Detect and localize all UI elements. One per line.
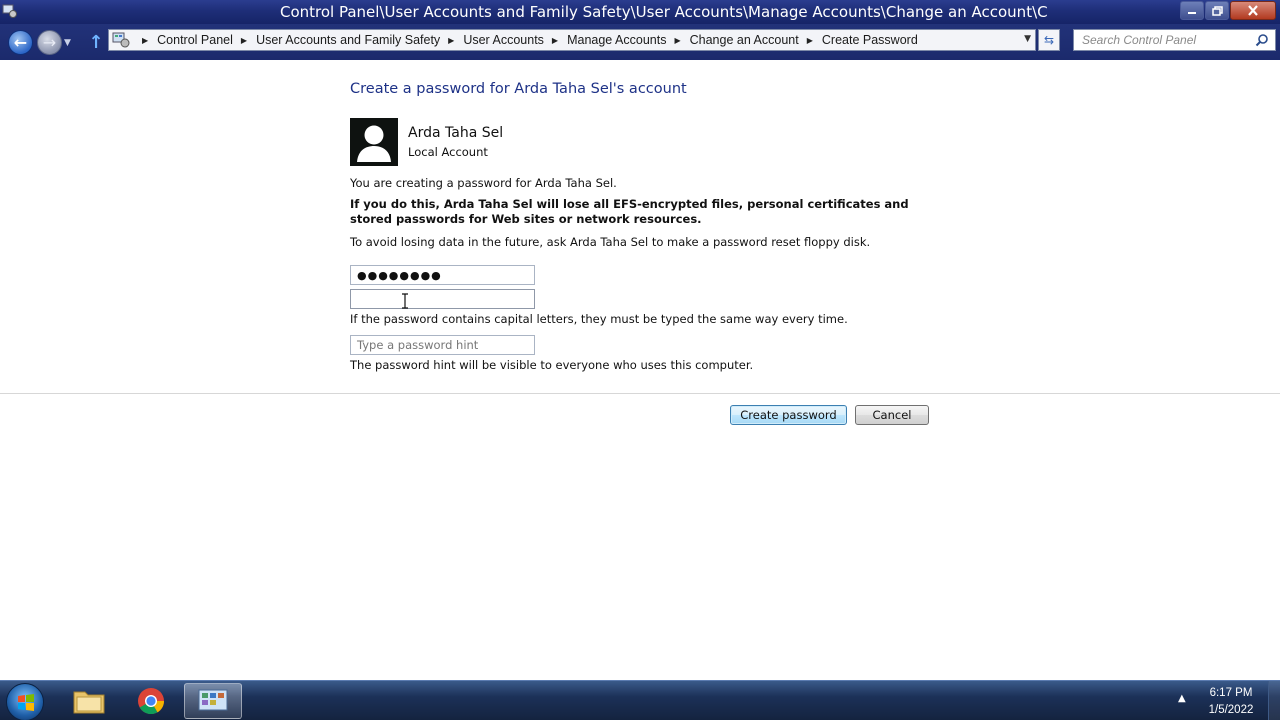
taskbar: ▲ 6:17 PM 1/5/2022 [0, 680, 1280, 720]
clock-date: 1/5/2022 [1208, 704, 1254, 716]
close-button[interactable] [1230, 1, 1276, 20]
show-desktop-button[interactable] [1268, 681, 1280, 720]
password-hint-field[interactable]: Type a password hint [350, 335, 535, 355]
window-title: Control Panel\User Accounts and Family S… [280, 3, 1048, 21]
close-icon [1248, 5, 1258, 16]
breadcrumb-separator[interactable]: ▶ [807, 36, 813, 45]
create-password-button[interactable]: Create password [730, 405, 847, 425]
text-cursor-icon [402, 293, 408, 309]
refresh-icon: ⇆ [1043, 33, 1055, 47]
password-hint-placeholder: Type a password hint [357, 338, 479, 352]
search-icon[interactable] [1255, 33, 1269, 47]
breadcrumb-separator[interactable]: ▶ [142, 36, 148, 45]
breadcrumb-separator[interactable]: ▶ [552, 36, 558, 45]
breadcrumb-separator[interactable]: ▶ [448, 36, 454, 45]
reset-disk-tip: To avoid losing data in the future, ask … [350, 235, 871, 249]
start-button[interactable] [6, 683, 44, 720]
control-panel-icon [112, 32, 130, 48]
capital-letters-note: If the password contains capital letters… [350, 312, 848, 326]
breadcrumb-create-password[interactable]: Create Password [822, 33, 918, 47]
breadcrumb-change-an-account[interactable]: Change an Account [690, 33, 799, 47]
breadcrumb-user-accounts[interactable]: User Accounts [463, 33, 544, 47]
back-arrow-icon: ← [13, 33, 28, 52]
clock-time: 6:17 PM [1209, 687, 1253, 699]
forward-button[interactable]: → [37, 30, 62, 55]
taskbar-google-chrome[interactable] [122, 683, 180, 719]
confirm-password-field[interactable] [350, 289, 535, 309]
info-text: You are creating a password for Arda Tah… [350, 176, 617, 190]
cancel-button[interactable]: Cancel [855, 405, 929, 425]
up-button[interactable]: ↑ [86, 31, 106, 53]
navigation-bar: ← → ▼ ↑ ▶ Control Panel ▶ User Accounts … [0, 24, 1280, 60]
refresh-button[interactable]: ⇆ [1038, 29, 1060, 51]
warning-text: If you do this, Arda Taha Sel will lose … [350, 197, 909, 226]
taskbar-control-panel[interactable] [184, 683, 242, 719]
divider [0, 393, 1280, 394]
minimize-icon [1188, 11, 1196, 14]
account-type: Local Account [408, 145, 488, 159]
breadcrumb-manage-accounts[interactable]: Manage Accounts [567, 33, 666, 47]
title-bar: Control Panel\User Accounts and Family S… [0, 0, 1280, 24]
search-box[interactable]: Search Control Panel [1073, 29, 1276, 51]
user-avatar [350, 118, 398, 166]
recent-pages-dropdown[interactable]: ▼ [64, 38, 71, 48]
chrome-icon [138, 688, 165, 715]
restore-icon [1211, 5, 1223, 16]
folder-icon [73, 691, 105, 714]
address-history-dropdown[interactable]: ▼ [1024, 34, 1031, 44]
breadcrumb-user-accounts-family-safety[interactable]: User Accounts and Family Safety [256, 33, 440, 47]
address-bar[interactable]: ▶ Control Panel ▶ User Accounts and Fami… [108, 29, 1036, 51]
password-value: ●●●●●●●● [357, 268, 442, 282]
hint-visibility-note: The password hint will be visible to eve… [350, 358, 754, 372]
content-area: Create a password for Arda Taha Sel's ac… [0, 60, 1280, 680]
page-title: Create a password for Arda Taha Sel's ac… [350, 81, 687, 97]
windows-logo-icon [18, 694, 34, 711]
new-password-field[interactable]: ●●●●●●●● [350, 265, 535, 285]
up-arrow-icon: ↑ [88, 31, 104, 53]
restore-button[interactable] [1205, 1, 1229, 20]
taskbar-windows-explorer[interactable] [60, 683, 118, 719]
forward-arrow-icon: → [42, 33, 57, 52]
breadcrumb-separator[interactable]: ▶ [241, 36, 247, 45]
control-panel-icon [198, 689, 228, 711]
breadcrumb-control-panel[interactable]: Control Panel [157, 33, 233, 47]
account-name: Arda Taha Sel [408, 125, 504, 141]
breadcrumb-separator[interactable]: ▶ [674, 36, 680, 45]
show-hidden-icons-button[interactable]: ▲ [1178, 693, 1186, 704]
back-button[interactable]: ← [8, 30, 33, 55]
search-placeholder: Search Control Panel [1082, 33, 1197, 47]
minimize-button[interactable] [1180, 1, 1204, 20]
system-clock[interactable]: 6:17 PM 1/5/2022 [1196, 685, 1266, 719]
user-silhouette-icon [350, 118, 398, 166]
